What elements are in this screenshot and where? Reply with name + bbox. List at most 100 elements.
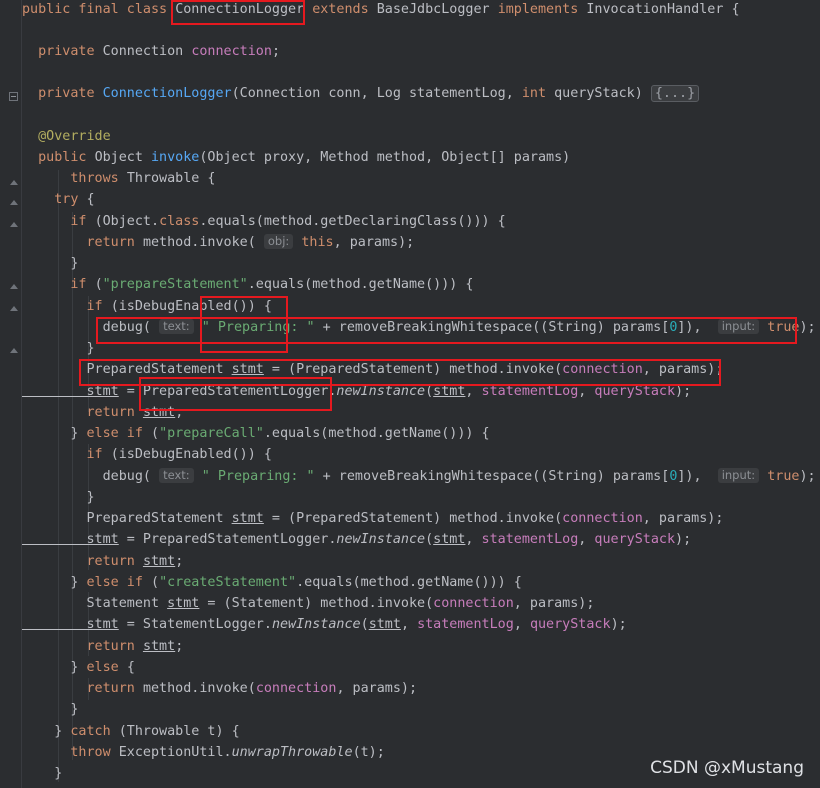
code-token: ; bbox=[175, 639, 184, 654]
code-token: , bbox=[513, 617, 530, 632]
code-line[interactable]: if (Object.class.equals(method.getDeclar… bbox=[22, 211, 505, 232]
code-line[interactable]: private Connection connection; bbox=[22, 41, 280, 62]
code-token: (Connection conn, Log statementLog, bbox=[231, 86, 522, 101]
highlight-statement-logger bbox=[139, 377, 332, 411]
code-editor[interactable]: public final class ConnectionLogger exte… bbox=[0, 0, 820, 788]
code-token: public bbox=[22, 150, 95, 165]
code-token: true bbox=[767, 469, 800, 484]
code-line[interactable]: return method.invoke( obj: this, params)… bbox=[22, 232, 414, 253]
code-token: else bbox=[86, 660, 127, 675]
code-line[interactable]: Statement stmt = (Statement) method.invo… bbox=[22, 593, 594, 614]
code-token: throws bbox=[22, 171, 127, 186]
code-token: "prepareStatement" bbox=[102, 277, 248, 292]
code-line[interactable]: stmt = PreparedStatementLogger.newInstan… bbox=[22, 529, 691, 550]
code-line[interactable]: if (isDebugEnabled()) { bbox=[22, 444, 272, 465]
fold-toggle-icon[interactable] bbox=[9, 92, 18, 101]
code-token: return bbox=[22, 681, 143, 696]
editor-gutter bbox=[0, 0, 22, 788]
code-line[interactable]: } else if ("prepareCall".equals(method.g… bbox=[22, 423, 490, 444]
code-line[interactable]: @Override bbox=[22, 126, 111, 147]
code-token: .equals(method.getName())) { bbox=[296, 575, 522, 590]
code-token: { bbox=[126, 660, 135, 675]
code-token: Statement bbox=[22, 596, 168, 611]
code-line[interactable]: } catch (Throwable t) { bbox=[22, 721, 239, 742]
code-token: } bbox=[22, 490, 95, 505]
code-token: stmt bbox=[433, 532, 466, 547]
code-line[interactable]: if ("prepareStatement".equals(method.get… bbox=[22, 274, 473, 295]
code-token: = PreparedStatementLogger. bbox=[118, 532, 337, 547]
code-line[interactable]: public final class ConnectionLogger exte… bbox=[22, 0, 740, 20]
code-token: stmt bbox=[231, 511, 264, 526]
code-token: stmt bbox=[22, 532, 119, 547]
code-token: method.invoke( bbox=[142, 235, 264, 250]
code-token: "createStatement" bbox=[159, 575, 297, 590]
code-token: invoke bbox=[151, 150, 200, 165]
code-token: .equals(method.getName())) { bbox=[263, 426, 490, 441]
code-token: queryStack bbox=[594, 532, 676, 547]
code-line[interactable]: throws Throwable { bbox=[22, 168, 215, 189]
code-token: (Object. bbox=[94, 214, 160, 229]
code-token: } bbox=[22, 702, 79, 717]
code-line[interactable]: } bbox=[22, 763, 62, 784]
code-line[interactable]: try { bbox=[22, 189, 94, 210]
fold-marker-icon[interactable] bbox=[10, 306, 18, 314]
code-line[interactable]: } bbox=[22, 487, 95, 508]
fold-marker-icon[interactable] bbox=[10, 200, 18, 208]
code-token: stmt bbox=[167, 596, 200, 611]
code-token: , bbox=[578, 384, 595, 399]
code-line[interactable]: } bbox=[22, 338, 94, 359]
code-line[interactable]: throw ExceptionUtil.unwrapThrowable(t); bbox=[22, 742, 385, 763]
code-token: ExceptionUtil. bbox=[118, 745, 232, 760]
code-token: connection bbox=[562, 511, 643, 526]
code-token: queryStack bbox=[529, 617, 611, 632]
code-token: statementLog bbox=[417, 617, 514, 632]
code-token: queryStack bbox=[594, 384, 676, 399]
code-token: return bbox=[22, 235, 143, 250]
code-token: , params); bbox=[642, 511, 724, 526]
fold-marker-icon[interactable] bbox=[10, 180, 18, 188]
code-token: public final class bbox=[22, 2, 176, 17]
code-token: + removeBreakingWhitespace((String) para… bbox=[314, 469, 670, 484]
code-token: = (Statement) method.invoke( bbox=[199, 596, 434, 611]
code-line[interactable]: } else if ("createStatement".equals(meth… bbox=[22, 572, 522, 593]
code-token: ( bbox=[425, 532, 434, 547]
code-line[interactable]: PreparedStatement stmt = (PreparedStatem… bbox=[22, 508, 723, 529]
code-line[interactable]: } bbox=[22, 253, 78, 274]
code-line[interactable]: } bbox=[22, 699, 78, 720]
code-token: ); bbox=[799, 320, 816, 335]
code-line[interactable]: stmt = StatementLogger.newInstance(stmt,… bbox=[22, 614, 627, 635]
code-token: ; bbox=[175, 554, 184, 569]
code-token: stmt bbox=[142, 554, 176, 569]
code-token: Connection bbox=[102, 44, 192, 59]
folded-code-chip[interactable]: {...} bbox=[650, 85, 700, 102]
fold-marker-icon[interactable] bbox=[10, 222, 18, 230]
code-line[interactable]: return stmt; bbox=[22, 551, 183, 572]
code-token: (isDebugEnabled()) { bbox=[110, 447, 272, 462]
code-line[interactable]: return method.invoke(connection, params)… bbox=[22, 678, 417, 699]
fold-marker-icon[interactable] bbox=[10, 284, 18, 292]
code-token: ConnectionLogger bbox=[102, 86, 232, 101]
code-token: = StatementLogger. bbox=[118, 617, 272, 632]
code-token: " Preparing: " bbox=[201, 469, 315, 484]
code-token: "prepareCall" bbox=[159, 426, 264, 441]
code-line[interactable]: private ConnectionLogger(Connection conn… bbox=[22, 83, 700, 104]
code-token: (t); bbox=[352, 745, 385, 760]
code-token: , bbox=[578, 532, 595, 547]
code-token: ); bbox=[610, 617, 627, 632]
code-line[interactable]: } else { bbox=[22, 657, 135, 678]
fold-marker-icon[interactable] bbox=[10, 348, 18, 356]
code-token: private bbox=[22, 44, 103, 59]
parameter-hint: input: bbox=[717, 468, 760, 483]
code-line[interactable]: debug( text: " Preparing: " + removeBrea… bbox=[22, 466, 816, 487]
code-token: stmt bbox=[22, 384, 119, 399]
code-line[interactable]: public Object invoke(Object proxy, Metho… bbox=[22, 147, 570, 168]
code-token: extends bbox=[304, 2, 377, 17]
code-token: stmt bbox=[368, 617, 401, 632]
code-token: } bbox=[22, 724, 71, 739]
watermark: CSDN @xMustang bbox=[650, 758, 804, 778]
code-token: unwrapThrowable bbox=[231, 745, 353, 760]
code-token: } bbox=[22, 256, 79, 271]
code-line[interactable]: return stmt; bbox=[22, 636, 183, 657]
code-token: ( bbox=[151, 575, 160, 590]
